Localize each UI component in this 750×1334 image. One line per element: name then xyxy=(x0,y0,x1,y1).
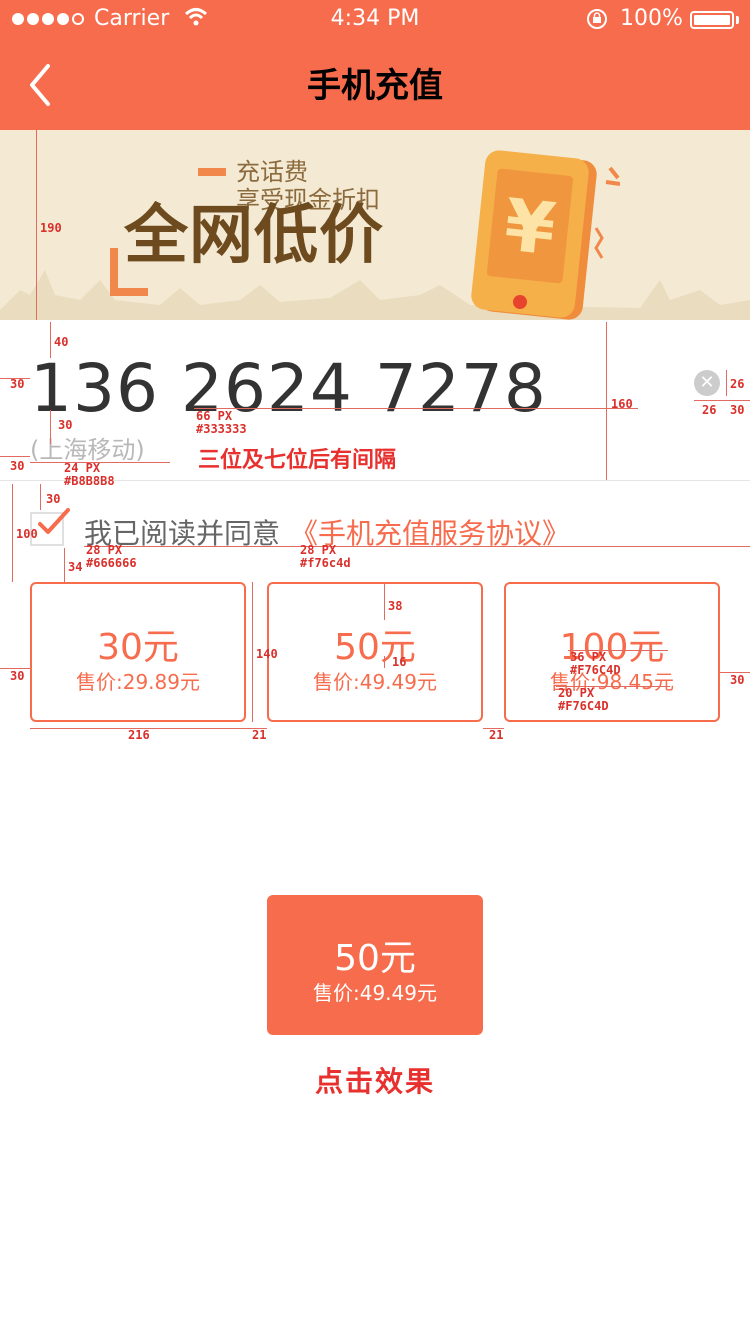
anno-agree-row: 100 xyxy=(16,527,38,541)
anno-opt-right: 30 xyxy=(730,673,745,687)
anno-gap-30: 30 xyxy=(58,418,73,432)
option-price: 售价:29.89元 xyxy=(76,670,200,694)
anno-clear-right-26: 26 xyxy=(702,403,717,417)
agreement-row: 我已阅读并同意 《手机充值服务协议》 xyxy=(30,508,750,550)
anno-link-color: #f76c4d xyxy=(300,556,351,570)
recharge-option-50[interactable]: 50元 售价:49.49元 xyxy=(267,582,483,722)
banner-headline: 全网低价 xyxy=(124,199,384,273)
option-amount: 30元 xyxy=(97,627,179,668)
yuan-phone-illustration: ¥ xyxy=(471,150,620,320)
anno-opt-gap1: 21 xyxy=(252,728,267,742)
guide-line xyxy=(0,456,30,457)
operator-label: (上海移动) xyxy=(30,436,145,464)
clear-icon[interactable]: ✕ xyxy=(694,370,720,396)
promo-banner[interactable]: 充话费 享受现金折扣 全网低价 ¥ xyxy=(0,130,750,320)
spacing-note: 三位及七位后有间隔 xyxy=(198,448,397,473)
click-effect-note: 点击效果 xyxy=(314,1065,435,1098)
anno-clear-size: 26 xyxy=(730,377,745,391)
option-amount: 50元 xyxy=(334,938,416,979)
guide-line xyxy=(384,584,385,620)
anno-row-height: 160 xyxy=(611,397,633,411)
guide-line xyxy=(40,484,41,510)
anno-opt-width: 216 xyxy=(128,728,150,742)
anno-agree-color: #666666 xyxy=(86,556,137,570)
battery-tip xyxy=(736,16,739,24)
guide-line xyxy=(50,410,51,444)
guide-line xyxy=(384,656,385,668)
guide-line xyxy=(36,130,37,320)
anno-opt-mid-gap: 16 xyxy=(392,655,407,669)
recharge-option-100[interactable]: 100元 售价:98.45元 xyxy=(504,582,720,722)
anno-left-30b: 30 xyxy=(10,459,25,473)
guide-line xyxy=(194,408,638,409)
anno-agree-bottom: 34 xyxy=(68,560,83,574)
anno-opt-left: 30 xyxy=(10,669,25,683)
phone-number-input[interactable]: 136 2624 7278 xyxy=(30,350,547,427)
anno-agree-top: 30 xyxy=(46,492,61,506)
guide-line xyxy=(84,546,750,547)
anno-opt-amount-color: #F76C4D xyxy=(570,663,621,677)
recharge-option-30[interactable]: 30元 售价:29.89元 xyxy=(30,582,246,722)
guide-line xyxy=(694,400,750,401)
battery-percent: 100% xyxy=(620,6,683,31)
option-amount: 50元 xyxy=(334,627,416,668)
option-price: 售价:49.49元 xyxy=(313,981,437,1005)
battery-icon xyxy=(690,11,734,29)
checkmark-icon xyxy=(38,508,70,534)
guide-line xyxy=(252,582,253,722)
anno-opt-price-color: #F76C4D xyxy=(558,699,609,713)
anno-phone-top: 40 xyxy=(54,335,69,349)
anno-banner-height: 190 xyxy=(40,221,62,235)
guide-line xyxy=(606,322,607,480)
page-title: 手机充值 xyxy=(307,66,443,106)
banner-line1: 充话费 xyxy=(236,158,308,186)
option-price: 售价:49.49元 xyxy=(313,670,437,694)
recharge-option-pressed[interactable]: 50元 售价:49.49元 xyxy=(267,895,483,1035)
guide-line xyxy=(64,548,65,582)
anno-phone-color: #333333 xyxy=(196,422,247,436)
anno-left-30a: 30 xyxy=(10,377,25,391)
anno-opt-gap2: 21 xyxy=(489,728,504,742)
guide-line xyxy=(12,484,13,582)
svg-text:¥: ¥ xyxy=(501,183,560,272)
anno-clear-right-30: 30 xyxy=(730,403,745,417)
anno-opt-height: 140 xyxy=(256,647,278,661)
guide-line xyxy=(50,322,51,358)
guide-line xyxy=(726,370,727,396)
rotation-lock-icon xyxy=(587,9,607,29)
anno-opt-top-gap: 38 xyxy=(388,599,403,613)
anno-operator-color: #B8B8B8 xyxy=(64,474,115,488)
status-bar: Carrier 4:34 PM 100% xyxy=(0,0,750,40)
